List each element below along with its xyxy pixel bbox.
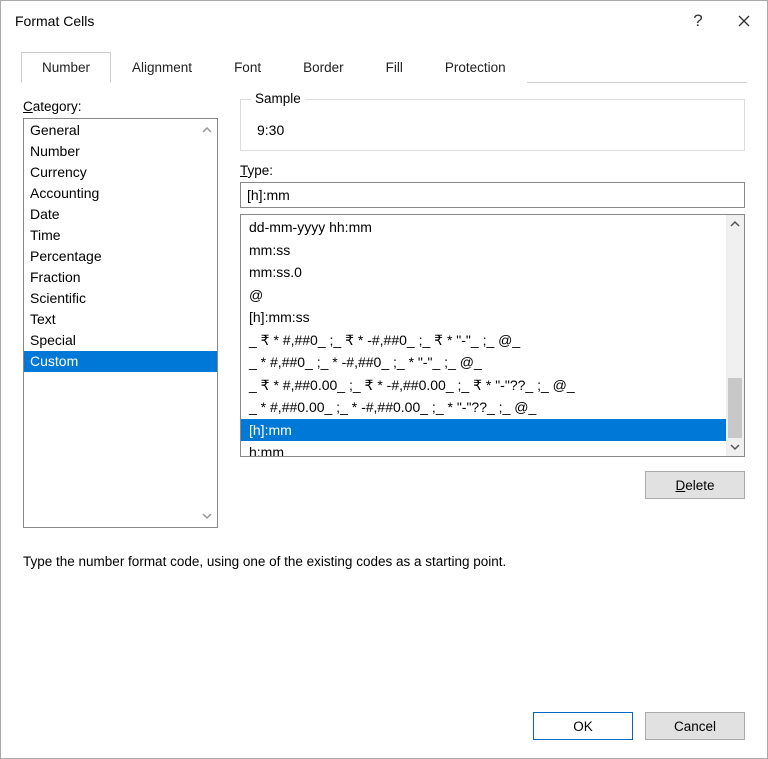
type-input[interactable]: [240, 182, 745, 208]
chevron-down-icon: [730, 442, 740, 452]
category-item[interactable]: Time: [24, 225, 217, 246]
format-cells-dialog: Format Cells ? NumberAlignmentFontBorder…: [0, 0, 768, 759]
scrollbar-track[interactable]: [726, 233, 744, 438]
tab-fill[interactable]: Fill: [365, 52, 424, 83]
category-item[interactable]: Scientific: [24, 288, 217, 309]
ok-button[interactable]: OK: [533, 712, 633, 740]
tabs: NumberAlignmentFontBorderFillProtection: [21, 51, 747, 83]
format-item[interactable]: _ * #,##0_ ;_ * -#,##0_ ;_ * "-"_ ;_ @_: [241, 351, 744, 374]
scrollbar-thumb[interactable]: [728, 378, 742, 438]
format-item[interactable]: mm:ss.0: [241, 261, 744, 284]
category-item[interactable]: Special: [24, 330, 217, 351]
type-label: Type:: [240, 163, 745, 178]
dialog-body: Category: GeneralNumberCurrencyAccountin…: [1, 83, 767, 698]
format-item[interactable]: dd-mm-yyyy hh:mm: [241, 216, 744, 239]
scroll-down-button[interactable]: [199, 507, 215, 525]
close-icon: [738, 15, 750, 27]
chevron-up-icon: [202, 125, 212, 135]
sample-group: Sample 9:30: [240, 99, 745, 151]
category-item[interactable]: Accounting: [24, 183, 217, 204]
close-button[interactable]: [721, 1, 767, 41]
format-item[interactable]: [h]:mm:ss: [241, 306, 744, 329]
tab-alignment[interactable]: Alignment: [111, 52, 213, 83]
format-item[interactable]: [h]:mm: [241, 419, 744, 442]
scroll-up-button[interactable]: [199, 121, 215, 139]
category-item[interactable]: General: [24, 120, 217, 141]
help-button[interactable]: ?: [675, 1, 721, 41]
dialog-footer: OK Cancel: [1, 698, 767, 758]
category-listbox[interactable]: GeneralNumberCurrencyAccountingDateTimeP…: [23, 118, 218, 528]
titlebar: Format Cells ?: [1, 1, 767, 41]
category-label: Category:: [23, 99, 218, 114]
format-item[interactable]: h:mm: [241, 441, 744, 457]
category-item[interactable]: Currency: [24, 162, 217, 183]
format-item[interactable]: _ ₹ * #,##0_ ;_ ₹ * -#,##0_ ;_ ₹ * "-"_ …: [241, 329, 744, 352]
sample-label: Sample: [251, 91, 305, 106]
cancel-button[interactable]: Cancel: [645, 712, 745, 740]
category-item[interactable]: Percentage: [24, 246, 217, 267]
category-item[interactable]: Text: [24, 309, 217, 330]
sample-value: 9:30: [255, 122, 730, 138]
right-column: Sample 9:30 Type: dd-mm-yyyy hh:mmmm:ssm…: [240, 99, 745, 528]
scroll-down-button[interactable]: [726, 438, 744, 456]
chevron-up-icon: [730, 219, 740, 229]
scrollbar[interactable]: [726, 215, 744, 456]
category-item[interactable]: Number: [24, 141, 217, 162]
format-item[interactable]: @: [241, 284, 744, 307]
chevron-down-icon: [202, 511, 212, 521]
category-item[interactable]: Custom: [24, 351, 217, 372]
format-item[interactable]: mm:ss: [241, 239, 744, 262]
category-item[interactable]: Fraction: [24, 267, 217, 288]
tab-protection[interactable]: Protection: [424, 52, 527, 83]
scroll-up-button[interactable]: [726, 215, 744, 233]
tab-border[interactable]: Border: [282, 52, 365, 83]
dialog-title: Format Cells: [15, 13, 675, 29]
help-text: Type the number format code, using one o…: [23, 554, 745, 569]
tab-font[interactable]: Font: [213, 52, 282, 83]
category-item[interactable]: Date: [24, 204, 217, 225]
category-column: Category: GeneralNumberCurrencyAccountin…: [23, 99, 218, 528]
format-item[interactable]: _ * #,##0.00_ ;_ * -#,##0.00_ ;_ * "-"??…: [241, 396, 744, 419]
format-item[interactable]: _ ₹ * #,##0.00_ ;_ ₹ * -#,##0.00_ ;_ ₹ *…: [241, 374, 744, 397]
tab-number[interactable]: Number: [21, 52, 111, 83]
delete-button[interactable]: Delete: [645, 471, 745, 499]
format-listbox[interactable]: dd-mm-yyyy hh:mmmm:ssmm:ss.0@[h]:mm:ss_ …: [240, 214, 745, 457]
